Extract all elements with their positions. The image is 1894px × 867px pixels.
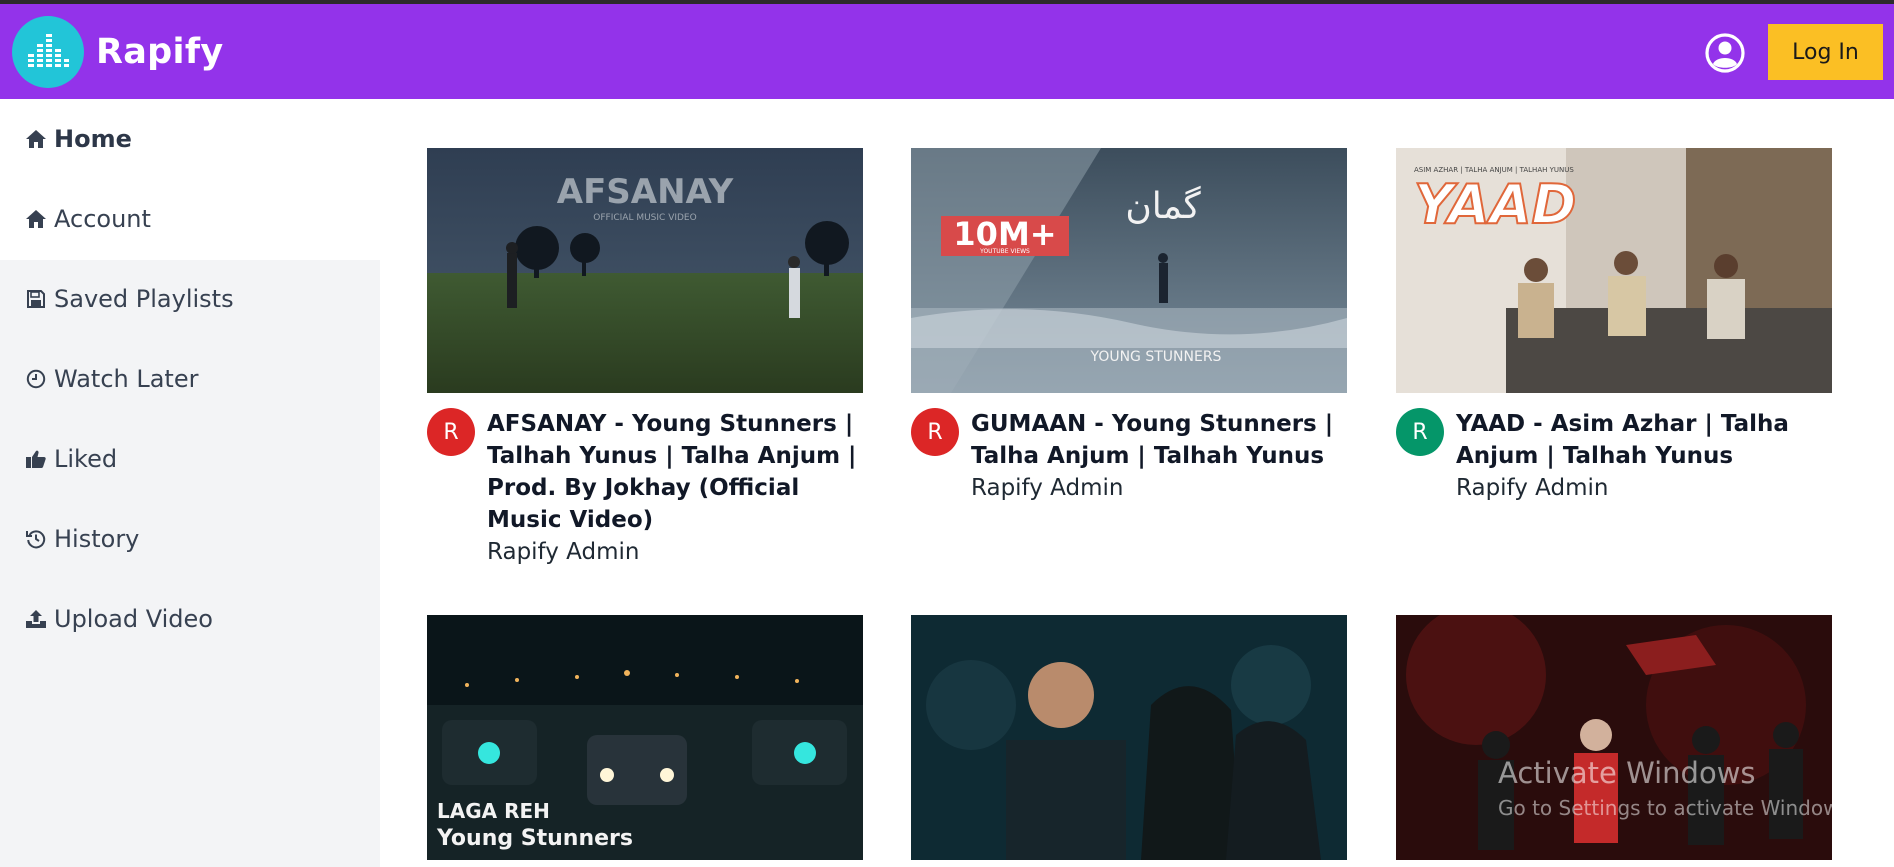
video-title[interactable]: AFSANAY - Young Stunners | Talhah Yunus … [487,408,857,536]
video-thumbnail[interactable]: AFSANAY OFFICIAL MUSIC VIDEO [427,148,863,393]
history-icon [24,527,48,551]
channel-name[interactable]: Rapify Admin [487,536,639,568]
upload-icon [24,607,48,631]
sidebar-item-label: Watch Later [54,365,199,393]
sidebar-item-label: Liked [54,445,118,473]
user-account-icon[interactable] [1705,33,1745,73]
channel-avatar[interactable]: R [911,408,959,456]
floppy-disk-icon [24,287,48,311]
home-icon [24,207,48,231]
thumbnail-title: YOUNG STUNNERS [1090,349,1222,365]
channel-name[interactable]: Rapify Admin [971,472,1123,504]
thumbnail-title: YAAD [1414,173,1576,236]
thumbnail-title: LAGA REH [437,799,550,823]
thumbnail-title: AFSANAY [557,172,734,212]
thumbnail-top-text: ASIM AZHAR | TALHA ANJUM | TALHAH YUNUS [1414,166,1574,174]
video-thumbnail[interactable]: 10M+ YOUTUBE VIEWS گمان YOUNG STUNNERS [911,148,1347,393]
thumbs-up-icon [24,447,48,471]
video-card[interactable]: 10M+ YOUTUBE VIEWS گمان YOUNG STUNNERS R… [911,148,1347,508]
sidebar-item-label: Account [54,205,151,233]
sidebar-item-label: Home [54,125,132,153]
video-title[interactable]: GUMAAN - Young Stunners | Talha Anjum | … [971,408,1341,472]
channel-avatar[interactable]: R [427,408,475,456]
sidebar-item-history[interactable]: History [24,519,139,559]
brand-name[interactable]: Rapify [96,32,223,72]
sidebar-item-watch-later[interactable]: Watch Later [24,359,198,399]
video-card[interactable] [911,615,1347,860]
video-card[interactable]: AFSANAY OFFICIAL MUSIC VIDEO R AFSANAY -… [427,148,863,568]
thumbnail-subtitle: Young Stunners [436,826,633,851]
sidebar-item-home[interactable]: Home [24,119,132,159]
thumbnail-badge-sub: YOUTUBE VIEWS [979,248,1030,255]
video-title[interactable]: YAAD - Asim Azhar | Talha Anjum | Talhah… [1456,408,1826,472]
login-button[interactable]: Log In [1768,24,1883,80]
video-thumbnail[interactable]: LAGA REH Young Stunners [427,615,863,860]
video-card[interactable] [1396,615,1832,860]
sidebar-item-label: Saved Playlists [54,285,234,313]
home-icon [24,127,48,151]
thumbnail-urdu-title: گمان [1125,185,1201,227]
navbar: Rapify Log In [0,4,1894,99]
sidebar-item-label: Upload Video [54,605,213,633]
channel-avatar[interactable]: R [1396,408,1444,456]
clock-icon [24,367,48,391]
sidebar-item-saved-playlists[interactable]: Saved Playlists [24,279,234,319]
sidebar: Home Account Saved Playlists Watch Later… [0,99,380,867]
equalizer-icon [28,34,69,67]
video-thumbnail[interactable] [1396,615,1832,860]
video-thumbnail[interactable]: YAAD ASIM AZHAR | TALHA ANJUM | TALHAH Y… [1396,148,1832,393]
windows-activation-watermark-text: Go to Settings to activate Windows. [1498,796,1857,820]
logo[interactable] [12,16,84,88]
video-card[interactable]: LAGA REH Young Stunners [427,615,863,860]
windows-activation-watermark-title: Activate Windows [1498,756,1756,790]
channel-name[interactable]: Rapify Admin [1456,472,1608,504]
video-card[interactable]: YAAD ASIM AZHAR | TALHA ANJUM | TALHAH Y… [1396,148,1832,508]
video-thumbnail[interactable] [911,615,1347,860]
sidebar-item-account[interactable]: Account [24,199,151,239]
sidebar-item-label: History [54,525,140,553]
thumbnail-subtitle: OFFICIAL MUSIC VIDEO [593,213,696,223]
sidebar-item-upload-video[interactable]: Upload Video [24,599,213,639]
sidebar-item-liked[interactable]: Liked [24,439,117,479]
